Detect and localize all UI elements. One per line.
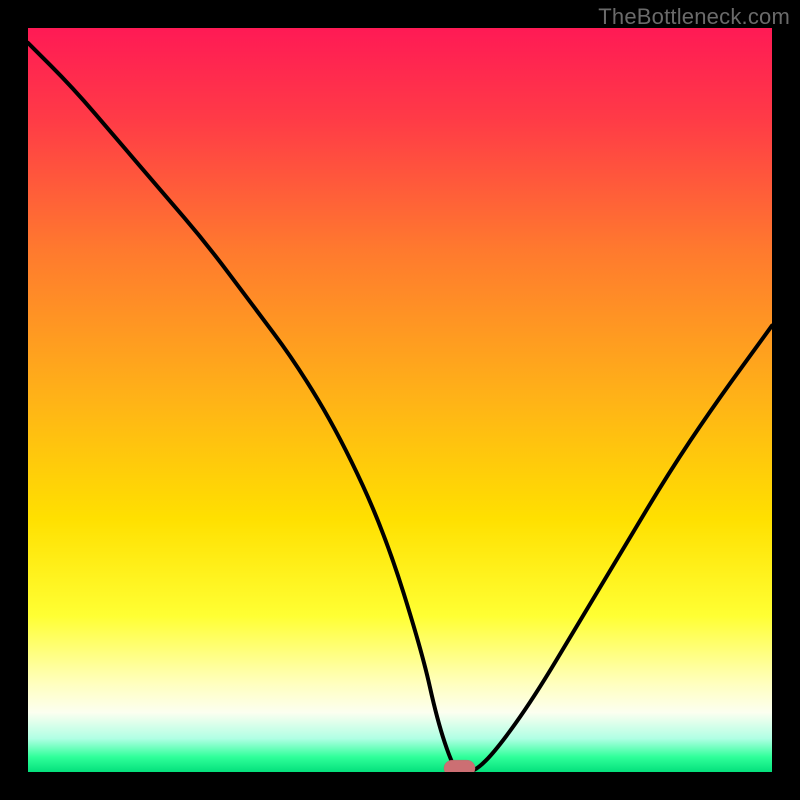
- optimal-marker: [444, 760, 475, 772]
- watermark-text: TheBottleneck.com: [598, 4, 790, 30]
- chart-frame: TheBottleneck.com: [0, 0, 800, 800]
- chart-background: [28, 28, 772, 772]
- bottleneck-chart: [28, 28, 772, 772]
